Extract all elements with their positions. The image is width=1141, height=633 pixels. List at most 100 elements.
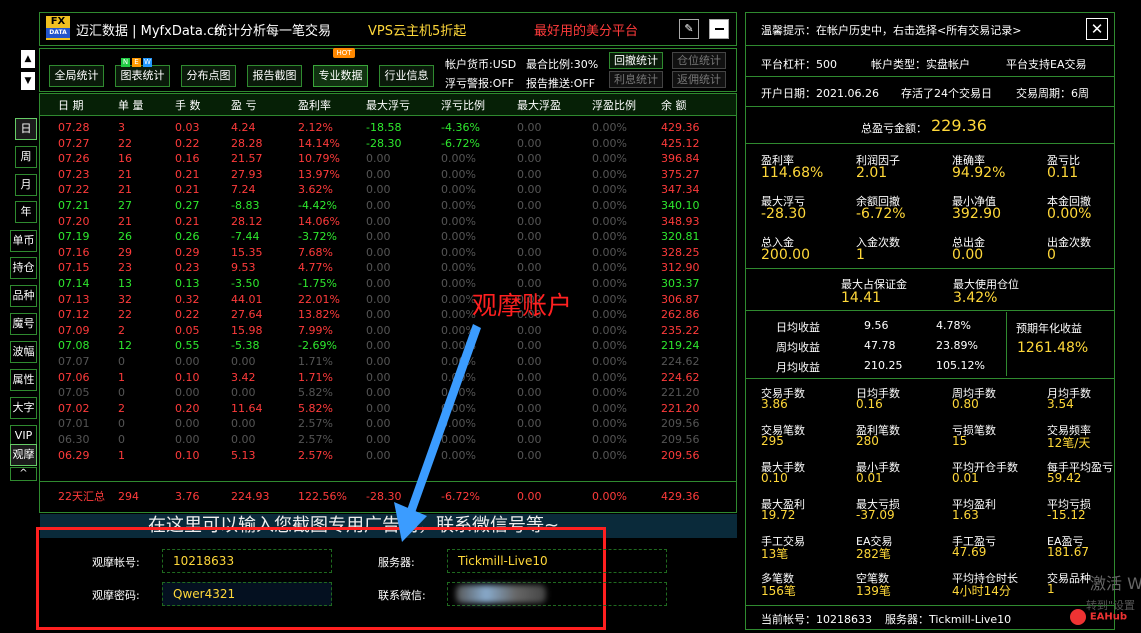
table-cell-float-loss-pct: 0.00% <box>441 292 476 306</box>
table-cell-lots: 0.03 <box>175 121 200 134</box>
table-cell-date: 07.28 <box>58 121 90 134</box>
metric-value: 0.01 <box>952 471 979 485</box>
edit-button[interactable]: ✎ <box>679 19 699 39</box>
average-value: 4.78% <box>936 319 971 332</box>
pro-data-button[interactable]: 专业数据 <box>313 65 368 87</box>
distribution-button[interactable]: 分布点图 <box>181 65 236 87</box>
metric-value: 1 <box>1047 582 1055 596</box>
table-row[interactable]: 06.30 0 0.00 0.00 2.57% 0.00 0.00% 0.00 0.00% 209… <box>0 432 737 448</box>
column-header-pnl[interactable]: 盈 亏 <box>231 97 257 113</box>
column-header-profit-rate[interactable]: 盈利率 <box>298 97 331 113</box>
table-row[interactable]: 07.21 27 0.27 -8.83 -4.42% 0.00 0.00% 0.00 0.00%… <box>0 198 737 214</box>
table-cell-max-float-profit: 0.00 <box>517 448 542 462</box>
wechat-field[interactable] <box>447 582 667 606</box>
close-button[interactable]: ✕ <box>1086 18 1108 40</box>
table-cell-pnl: 0.00 <box>231 417 256 431</box>
table-cell-profit-rate: 10.79% <box>298 152 340 166</box>
table-cell-float-profit-pct: 0.00% <box>592 136 627 150</box>
table-row[interactable]: 07.08 12 0.55 -5.38 -2.69% 0.00 0.00% 0.00 0.00%… <box>0 338 737 354</box>
server-field[interactable]: Tickmill-Live10 <box>447 549 667 573</box>
column-header-lots[interactable]: 手 数 <box>175 97 201 113</box>
interest-stats-button[interactable]: 利息统计 <box>609 71 663 88</box>
rebate-stats-button[interactable]: 返佣统计 <box>672 71 726 88</box>
current-server: 服务器：Tickmill-Live10 <box>885 613 1012 626</box>
table-cell-pnl: 11.64 <box>231 401 263 415</box>
table-cell-profit-rate: 13.82% <box>298 308 340 322</box>
table-row[interactable]: 07.28 3 0.03 4.24 2.12% -18.58 -4.36% 0.00 0.00%… <box>0 120 737 136</box>
table-cell-orders: 32 <box>118 292 132 306</box>
ratio-info: 最合比例:30% <box>526 58 599 71</box>
table-cell-balance: 209.56 <box>661 433 700 446</box>
table-row[interactable]: 06.29 1 0.10 5.13 2.57% 0.00 0.00% 0.00 0.00% 209… <box>0 448 737 464</box>
account-field[interactable]: 10218633 <box>162 549 332 573</box>
table-row[interactable]: 07.15 23 0.23 9.53 4.77% 0.00 0.00% 0.00 0.00% 31… <box>0 260 737 276</box>
table-row[interactable]: 07.20 21 0.21 28.12 14.06% 0.00 0.00% 0.00 0.00%… <box>0 214 737 230</box>
table-row[interactable]: 07.19 26 0.26 -7.44 -3.72% 0.00 0.00% 0.00 0.00%… <box>0 229 737 245</box>
currency-info: 帐户货币:USD <box>445 58 517 71</box>
table-row[interactable]: 07.07 0 0.00 0.00 1.71% 0.00 0.00% 0.00 0.00% 224… <box>0 354 737 370</box>
table-cell-max-float-loss: -18.58 <box>366 121 402 134</box>
table-cell-balance: 235.22 <box>661 323 700 337</box>
column-header-date[interactable]: 日 期 <box>58 97 84 113</box>
table-cell-orders: 0 <box>118 433 125 446</box>
table-row[interactable]: 07.13 32 0.32 44.01 22.01% 0.00 0.00% 0.00 0.00%… <box>0 292 737 308</box>
table-row[interactable]: 07.22 21 0.21 7.24 3.62% 0.00 0.00% 0.00 0.00% 34… <box>0 182 737 198</box>
table-row[interactable]: 07.01 0 0.00 0.00 2.57% 0.00 0.00% 0.00 0.00% 209… <box>0 416 737 432</box>
table-row[interactable]: 07.27 22 0.22 28.28 14.14% -28.30 -6.72% 0.00 0.… <box>0 136 737 152</box>
table-cell-lots: 0.00 <box>175 386 200 400</box>
metric-value: 392.90 <box>952 206 1001 222</box>
table-row[interactable]: 07.14 13 0.13 -3.50 -1.75% 0.00 0.00% 0.00 0.00%… <box>0 276 737 292</box>
column-header-orders[interactable]: 单 量 <box>118 97 144 113</box>
account-label: 观摩帐号: <box>92 556 140 569</box>
promo-platform[interactable]: 最好用的美分平台 <box>534 20 638 39</box>
account-type-info: 帐户类型：实盘帐户 <box>871 58 970 71</box>
scroll-down-button[interactable]: ▼ <box>21 72 35 90</box>
table-cell-orders: 21 <box>118 183 132 197</box>
column-header-float-loss-pct[interactable]: 浮亏比例 <box>441 97 485 113</box>
max-position-value: 3.42% <box>953 290 998 306</box>
table-row[interactable]: 07.02 2 0.20 11.64 5.82% 0.00 0.00% 0.00 0.00% 22… <box>0 401 737 417</box>
table-cell-max-float-loss: 0.00 <box>366 292 391 306</box>
password-field[interactable]: Qwer4321 <box>162 582 332 606</box>
table-row[interactable]: 07.26 16 0.16 21.57 10.79% 0.00 0.00% 0.00 0.00%… <box>0 151 737 167</box>
table-cell-pnl: 0.00 <box>231 386 256 400</box>
table-row[interactable]: 07.23 21 0.21 27.93 13.97% 0.00 0.00% 0.00 0.00%… <box>0 167 737 183</box>
table-cell-profit-rate: -2.69% <box>298 339 337 353</box>
metric-value: 3.54 <box>1047 397 1074 411</box>
industry-info-button[interactable]: 行业信息 <box>379 65 434 87</box>
global-stats-button[interactable]: 全局统计 <box>49 65 104 87</box>
column-header-balance[interactable]: 余 额 <box>661 97 687 113</box>
table-row[interactable]: 07.12 22 0.22 27.64 13.82% 0.00 0.00% 0.00 0.00%… <box>0 307 737 323</box>
table-cell-float-profit-pct: 0.00% <box>592 214 627 228</box>
table-cell-profit-rate: 4.77% <box>298 261 333 275</box>
table-cell-profit-rate: 13.97% <box>298 167 340 181</box>
column-header-float-profit-pct[interactable]: 浮盈比例 <box>592 97 636 113</box>
table-cell-max-float-profit: 0.00 <box>517 401 542 415</box>
table-cell-lots: 0.29 <box>175 245 200 259</box>
table-cell-profit-rate: -1.75% <box>298 277 337 290</box>
eahub-logo: EAHub <box>1070 609 1127 627</box>
scroll-up-button[interactable]: ▲ <box>21 50 35 68</box>
chart-stats-button[interactable]: 图表统计 <box>115 65 170 87</box>
table-cell-float-profit-pct: 0.00% <box>592 261 627 275</box>
position-stats-button[interactable]: 仓位统计 <box>672 52 726 69</box>
promo-vps[interactable]: VPS云主机5折起 <box>368 20 466 39</box>
column-header-max-float-profit[interactable]: 最大浮盈 <box>517 97 561 113</box>
table-row[interactable]: 07.09 2 0.05 15.98 7.99% 0.00 0.00% 0.00 0.00% 23… <box>0 323 737 339</box>
new-badge-w: W <box>143 58 152 67</box>
minimize-button[interactable] <box>709 19 729 39</box>
tip-text: 温馨提示：在帐户历史中，右击选择<所有交易记录> <box>761 24 1022 37</box>
table-cell-lots: 0.20 <box>175 401 200 415</box>
metric-value: 94.92% <box>952 165 1006 181</box>
table-cell-max-float-profit: 0.00 <box>517 199 542 212</box>
table-row[interactable]: 07.05 0 0.00 0.00 5.82% 0.00 0.00% 0.00 0.00% 221… <box>0 385 737 401</box>
report-screenshot-button[interactable]: 报告截图 <box>247 65 302 87</box>
column-header-max-float-loss[interactable]: 最大浮亏 <box>366 97 410 113</box>
new-badge-n: N <box>121 58 130 67</box>
table-row[interactable]: 07.16 29 0.29 15.35 7.68% 0.00 0.00% 0.00 0.00% 3… <box>0 245 737 261</box>
sidebar-collapse-icon[interactable]: ^ <box>10 467 37 481</box>
drawdown-stats-button[interactable]: 回撤统计 <box>609 52 663 69</box>
table-cell-orders: 22 <box>118 308 132 322</box>
table-cell-date: 07.15 <box>58 261 90 275</box>
table-row[interactable]: 07.0610.103.421.71%0.000.00%0.000.00%224… <box>0 370 737 386</box>
